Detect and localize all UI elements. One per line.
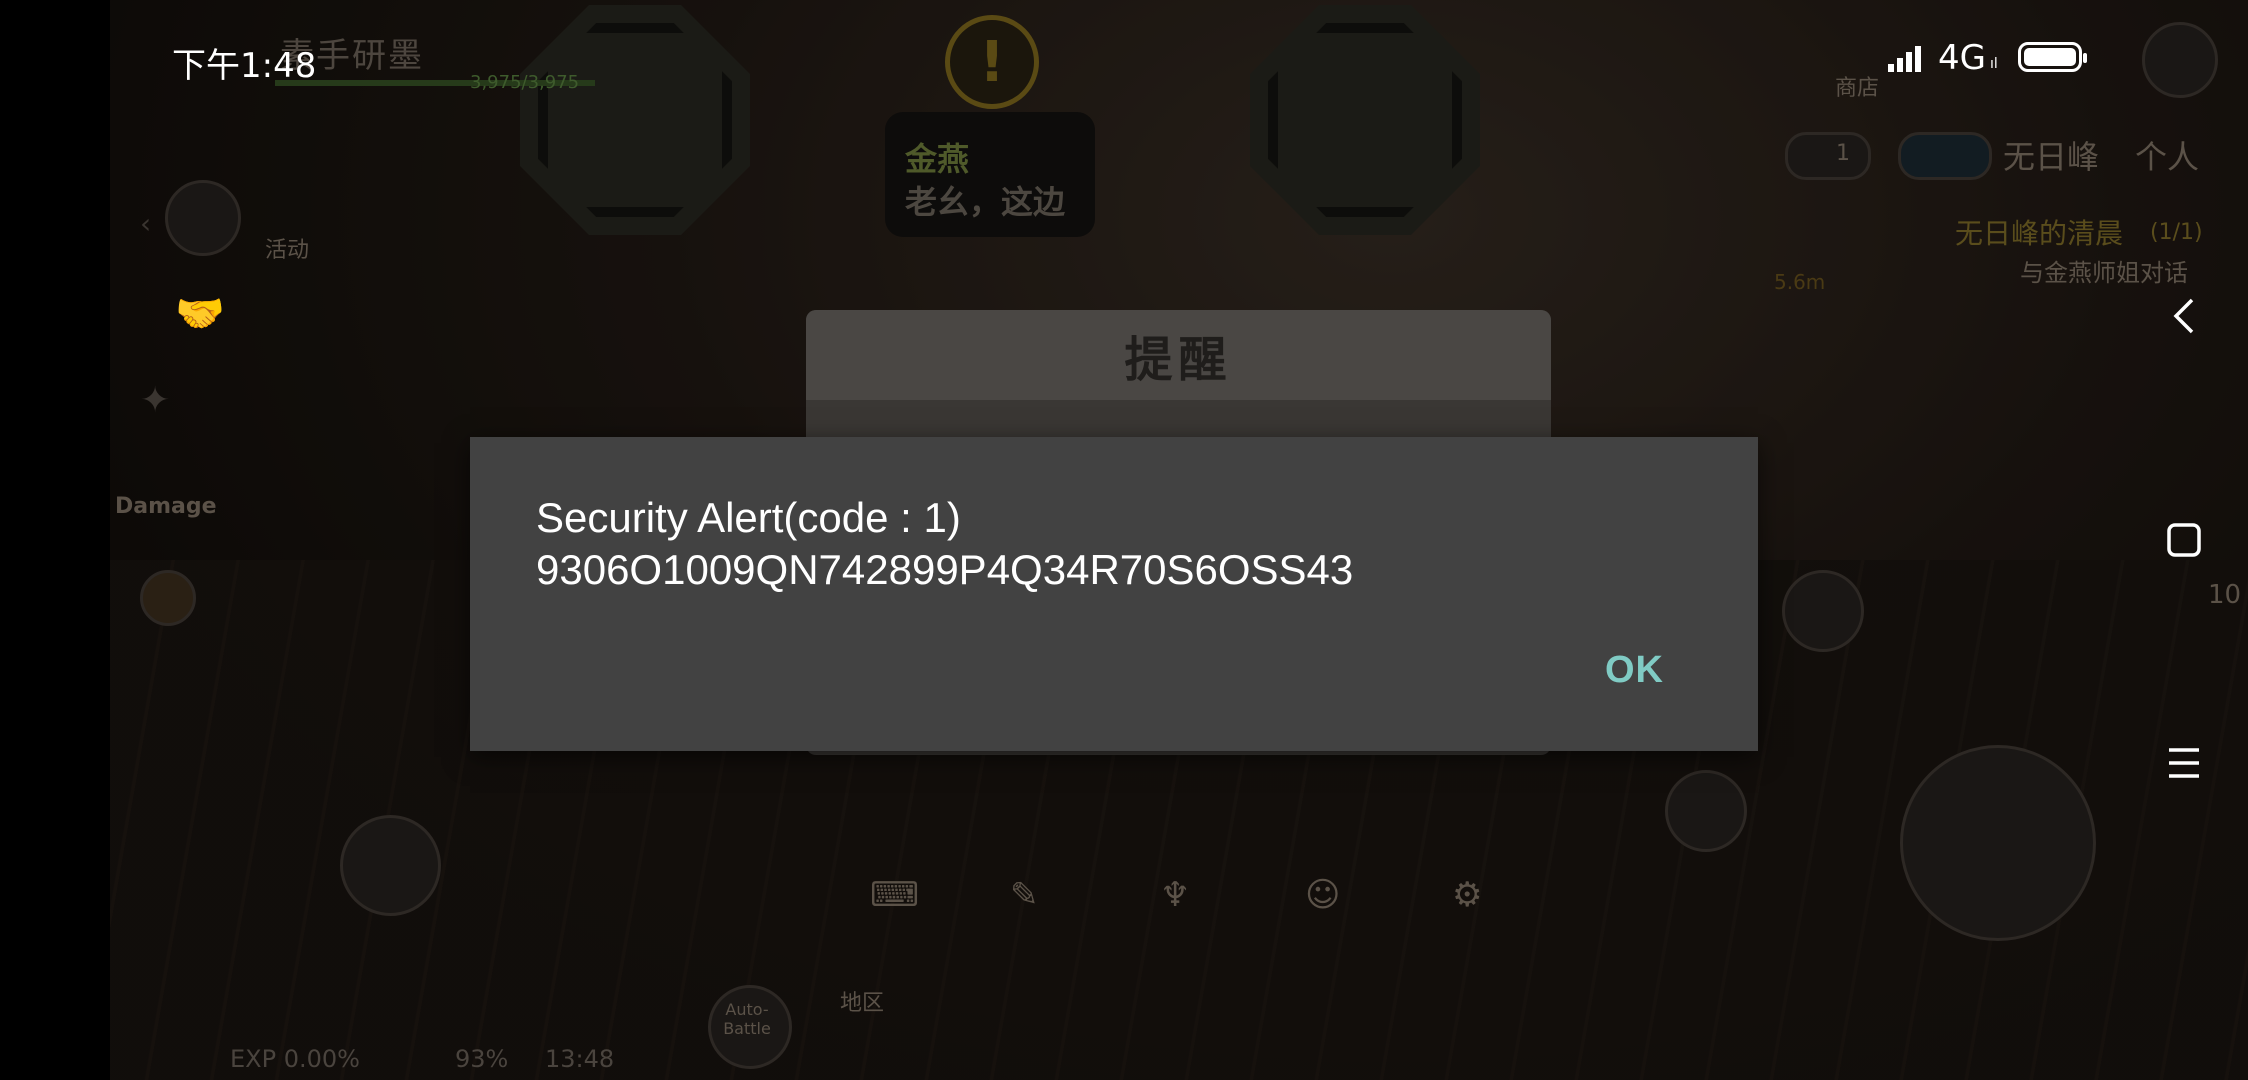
recents-icon[interactable] <box>2156 735 2212 791</box>
npc-name: 金燕 <box>905 140 970 178</box>
network-activity: ıl <box>1990 56 1998 72</box>
mail-count: 1 <box>1836 141 1850 166</box>
menu-icon[interactable] <box>2142 22 2218 98</box>
npc-line: 老幺，这边 <box>905 183 1066 221</box>
alert-message-line2: 9306O1009QN742899P4Q34R70S6OSS43 <box>536 546 1354 593</box>
network-type: 4G <box>1938 38 1986 78</box>
shop-label[interactable]: 商店 <box>1835 70 1879 102</box>
chevron-left-icon[interactable]: ‹ <box>140 207 151 240</box>
hp-text: 3,975/3,975 <box>470 72 580 93</box>
skill-button-2[interactable] <box>1665 770 1747 852</box>
gear-icon[interactable]: ⚙ <box>1452 875 1482 915</box>
auto-battle-label: Auto-Battle <box>723 1000 771 1038</box>
game-clock: 13:48 <box>545 1045 615 1073</box>
chat-icon[interactable]: ✎ <box>1010 875 1039 915</box>
attack-button[interactable] <box>1900 745 2096 941</box>
battery-icon <box>2018 42 2087 72</box>
quest-progress: (1/1) <box>2150 220 2203 245</box>
tab-personal[interactable]: 个人 <box>2135 132 2199 178</box>
quest-description: 与金燕师姐对话 <box>2020 259 2188 287</box>
side-counter: 10 <box>2208 580 2242 610</box>
battery-percent: 93% <box>455 1045 509 1073</box>
handshake-icon[interactable]: 🤝 <box>175 290 225 337</box>
mail-badge[interactable]: 1 <box>1785 132 1871 180</box>
tree-icon[interactable]: ♆ <box>1160 875 1190 915</box>
dragon-event-icon[interactable] <box>165 180 241 256</box>
security-alert-dialog: Security Alert(code : 1) 9306O1009QN7428… <box>470 437 1758 751</box>
exp-text: EXP 0.00% <box>230 1045 360 1073</box>
ok-button[interactable]: OK <box>1605 649 1664 692</box>
quest-marker-glyph: ! <box>979 29 1005 95</box>
signal-icon <box>1888 44 1928 72</box>
alert-message: Security Alert(code : 1) 9306O1009QN7428… <box>536 492 1353 596</box>
status-time: 下午1:48 <box>172 46 317 86</box>
game-reminder-header: 提醒 <box>806 310 1551 400</box>
bird-tab-icon[interactable] <box>1898 132 1992 180</box>
quest-distance: 5.6m <box>1774 270 1826 294</box>
skill-orb-icon[interactable] <box>140 570 196 626</box>
joystick[interactable] <box>340 815 441 916</box>
tab-location[interactable]: 无日峰 <box>2003 132 2099 178</box>
npc-speech-bubble: 金燕 老幺，这边 <box>885 112 1095 237</box>
keyboard-icon[interactable]: ⌨ <box>870 875 919 915</box>
skill-button-1[interactable] <box>1782 570 1864 652</box>
emoji-icon[interactable]: ☺ <box>1305 875 1340 915</box>
game-reminder-title: 提醒 <box>1124 332 1233 388</box>
quest-title[interactable]: 无日峰的清晨 <box>1955 212 2123 252</box>
activity-label[interactable]: 活动 <box>265 232 309 264</box>
back-icon[interactable] <box>2156 288 2212 344</box>
home-icon[interactable] <box>2156 512 2212 568</box>
alert-message-line1: Security Alert(code : 1) <box>536 494 961 541</box>
region-label: 地区 <box>840 991 885 1016</box>
damage-label[interactable]: Damage <box>115 494 217 519</box>
quest-marker-icon[interactable]: ! <box>945 15 1039 109</box>
guild-icon[interactable]: ✦ <box>140 380 170 421</box>
